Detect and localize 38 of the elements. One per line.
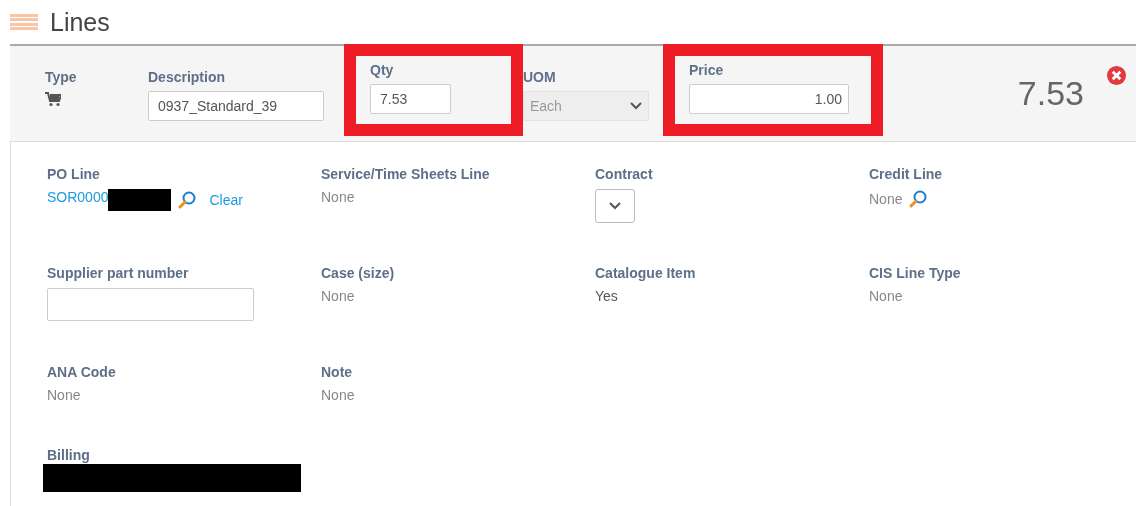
chevron-down-icon <box>609 202 621 210</box>
field-label: ANA Code <box>47 364 117 380</box>
field-value: None <box>869 288 904 304</box>
lines-icon <box>10 14 38 30</box>
column-label: Price <box>689 62 725 78</box>
column-label: UOM <box>523 69 557 85</box>
field-label: Supplier part number <box>47 265 190 281</box>
line-total: 7.53 <box>1017 74 1084 113</box>
field-label: Note <box>321 364 354 380</box>
field-label: Case (size) <box>321 265 396 281</box>
contract-select[interactable] <box>595 189 635 223</box>
field-label: Billing <box>47 447 91 463</box>
field-label: Catalogue Item <box>595 265 697 281</box>
field-label: CIS Line Type <box>869 265 962 281</box>
section-title: Lines <box>50 7 110 37</box>
field-value: None <box>321 387 356 403</box>
description-field[interactable]: 0937_Standard_39 <box>148 91 324 121</box>
supplier-part-field[interactable] <box>47 288 254 321</box>
column-label: Qty <box>370 62 395 78</box>
field-label: Credit Line <box>869 166 944 182</box>
close-icon[interactable] <box>1107 66 1126 85</box>
field-value: None <box>869 191 903 207</box>
field-label: PO Line <box>47 166 101 182</box>
field-value: None <box>321 189 356 205</box>
column-label: Description <box>148 69 226 85</box>
field-value: None <box>47 387 82 403</box>
uom-select: Each <box>523 91 649 121</box>
field-value: Yes <box>595 288 619 304</box>
price-field[interactable]: 1.00 <box>689 84 849 114</box>
chevron-down-icon <box>630 102 642 110</box>
cart-icon <box>45 91 61 107</box>
field-label: Contract <box>595 166 654 182</box>
quantity-field[interactable]: 7.53 <box>370 84 451 114</box>
search-icon[interactable] <box>177 190 198 210</box>
column-label: Type <box>45 69 78 85</box>
field-label: Service/Time Sheets Line <box>321 166 491 182</box>
field-value: None <box>321 288 356 304</box>
search-icon[interactable] <box>908 189 929 209</box>
